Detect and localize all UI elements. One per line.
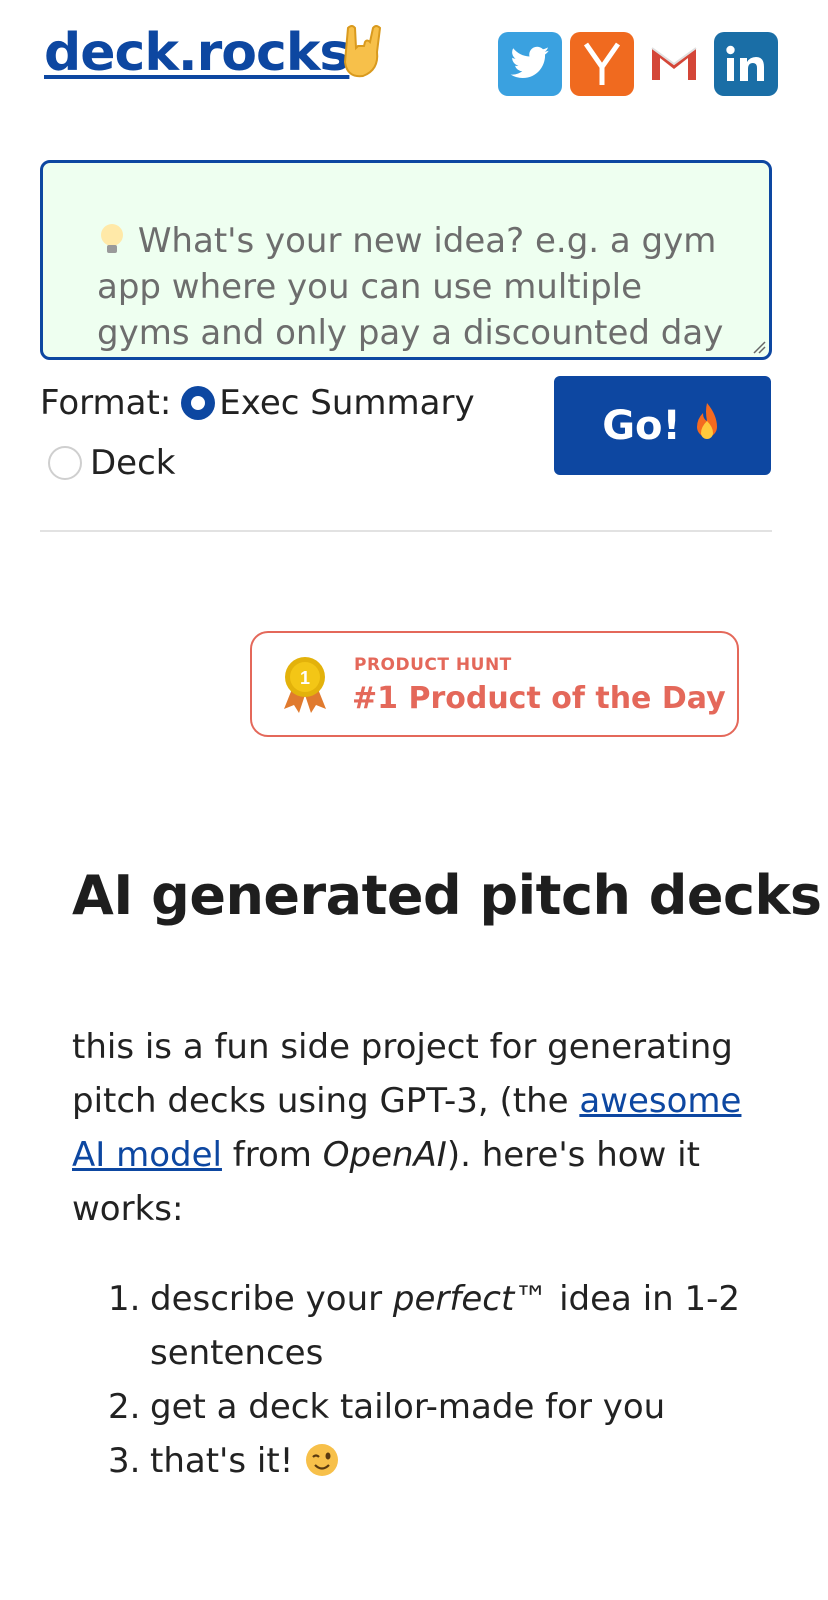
resize-handle-icon[interactable]	[752, 340, 766, 354]
list-item: 1. describe your perfect™ idea in 1-2 se…	[108, 1272, 748, 1380]
medal-icon: 1	[280, 655, 330, 719]
badge-kicker: PRODUCT HUNT	[354, 655, 512, 675]
wink-icon	[304, 1441, 340, 1481]
gmail-icon[interactable]	[642, 32, 706, 96]
step-number: 2.	[108, 1387, 141, 1427]
linkedin-icon[interactable]	[714, 32, 778, 96]
option-exec-summary-label[interactable]: Exec Summary	[219, 380, 474, 426]
list-item: 2. get a deck tailor-made for you	[108, 1380, 748, 1434]
lightbulb-icon	[97, 221, 138, 261]
ycombinator-icon[interactable]	[570, 32, 634, 96]
step-text: that's it!	[150, 1434, 340, 1488]
intro-text-2: from	[221, 1135, 323, 1175]
product-hunt-badge[interactable]: 1 PRODUCT HUNT #1 Product of the Day	[250, 631, 739, 737]
option-deck-label[interactable]: Deck	[90, 440, 175, 486]
divider	[40, 530, 772, 532]
step-text: get a deck tailor-made for you	[150, 1387, 666, 1427]
go-button[interactable]: Go!	[554, 376, 771, 475]
openai-text: OpenAI	[322, 1135, 447, 1175]
step-number: 3.	[108, 1441, 141, 1481]
intro-paragraph: this is a fun side project for generatin…	[72, 1020, 742, 1236]
idea-textarea[interactable]: What's your new idea? e.g. a gym app whe…	[40, 160, 772, 360]
step-text: describe your perfect™ idea in 1-2 sente…	[150, 1279, 741, 1373]
radio-exec-summary[interactable]	[181, 386, 216, 420]
fire-icon	[691, 401, 723, 451]
idea-placeholder: What's your new idea? e.g. a gym app whe…	[97, 221, 724, 353]
radio-deck[interactable]	[48, 446, 82, 480]
medal-number: 1	[300, 668, 310, 688]
page-headline: AI generated pitch decks!	[72, 864, 828, 927]
rock-hand-icon	[338, 22, 384, 84]
go-label: Go!	[602, 402, 681, 449]
badge-title: #1 Product of the Day	[352, 681, 726, 716]
step-number: 1.	[108, 1279, 141, 1319]
format-selector: Format: Exec Summary	[40, 380, 475, 426]
list-item: 3. that's it!	[108, 1434, 748, 1488]
site-logo[interactable]: deck.rocks	[44, 18, 350, 88]
format-label: Format:	[40, 383, 172, 423]
steps-list: 1. describe your perfect™ idea in 1-2 se…	[108, 1272, 748, 1488]
social-links	[498, 32, 778, 96]
twitter-icon[interactable]	[498, 32, 562, 96]
format-option-deck: Deck	[48, 440, 175, 486]
